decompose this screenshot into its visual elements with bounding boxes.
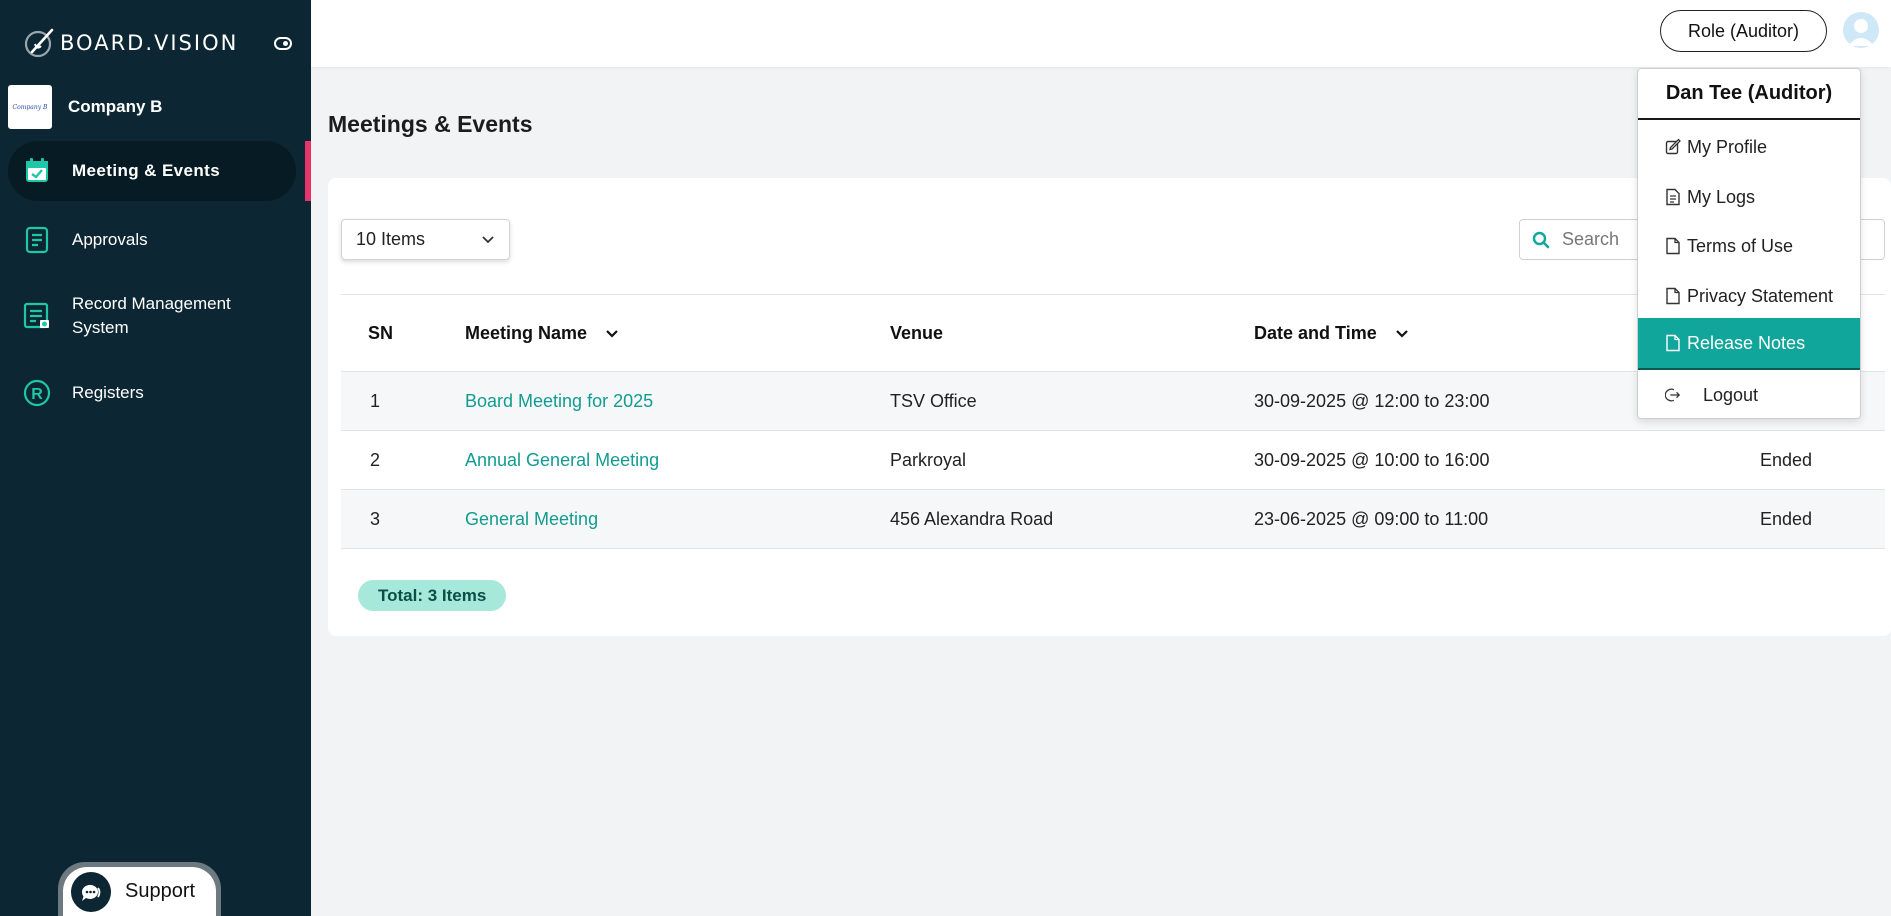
column-header-sn: SN [368, 323, 393, 344]
logout-icon [1665, 388, 1681, 402]
brand-logo-icon [24, 28, 54, 58]
edit-icon [1665, 138, 1681, 155]
menu-item-label: Privacy Statement [1687, 285, 1834, 306]
menu-item-terms-of-use[interactable]: Terms of Use [1638, 221, 1860, 271]
cell-sn: 1 [370, 391, 381, 411]
menu-item-release-notes[interactable]: Release Notes [1638, 318, 1860, 370]
sidebar-toggle-icon[interactable] [274, 37, 292, 50]
svg-text:R: R [31, 386, 43, 403]
cell-venue: 456 Alexandra Road [890, 509, 1054, 529]
user-avatar-icon[interactable] [1843, 12, 1879, 48]
file-icon [1666, 237, 1680, 255]
chat-support-icon [71, 871, 111, 912]
calendar-check-icon [26, 158, 48, 182]
sidebar-item-approvals[interactable]: Approvals [8, 218, 296, 262]
brand-logo[interactable]: BOARD.VISION [22, 26, 238, 60]
sidebar: BOARD.VISION Company B Company B Meeting… [0, 0, 311, 916]
menu-item-label: Terms of Use [1687, 235, 1794, 256]
company-name: Company B [68, 97, 163, 116]
meeting-link[interactable]: Board Meeting for 2025 [465, 391, 653, 412]
column-header-date-time[interactable]: Date and Time [1254, 323, 1409, 344]
user-menu-name: Dan Tee (Auditor) [1638, 69, 1860, 120]
cell-datetime: 30-09-2025 @ 12:00 to 23:00 [1254, 391, 1490, 411]
column-label: Meeting Name [465, 323, 588, 343]
menu-item-label: Logout [1703, 384, 1759, 405]
user-menu: Dan Tee (Auditor) My Profile My Logs Ter… [1637, 68, 1861, 419]
chevron-down-icon [482, 236, 494, 244]
meeting-link[interactable]: General Meeting [465, 509, 598, 530]
company-selector[interactable]: Company B Company B [8, 85, 162, 129]
menu-item-my-profile[interactable]: My Profile [1638, 122, 1860, 172]
sidebar-item-label: Registers [72, 383, 144, 402]
role-switch-button[interactable]: Role (Auditor) [1660, 10, 1827, 52]
menu-item-label: My Profile [1687, 136, 1768, 157]
sidebar-item-record-management[interactable]: Record Management System [8, 290, 296, 342]
column-header-meeting-name[interactable]: Meeting Name [465, 323, 619, 344]
support-label: Support [125, 880, 196, 902]
column-label: Date and Time [1254, 323, 1377, 343]
cell-status: Ended [1760, 509, 1813, 529]
cell-datetime: 30-09-2025 @ 10:00 to 16:00 [1254, 450, 1490, 470]
menu-item-privacy-statement[interactable]: Privacy Statement [1638, 271, 1860, 321]
search-icon [1532, 231, 1550, 248]
company-logo: Company B [8, 85, 52, 129]
sidebar-item-registers[interactable]: R Registers [8, 371, 296, 415]
cell-venue: Parkroyal [890, 450, 967, 470]
page-size-select[interactable]: 10 Items [341, 219, 510, 260]
table-row: 3 General Meeting 456 Alexandra Road 23-… [341, 490, 1885, 549]
sort-chevron-down-icon[interactable] [605, 327, 619, 341]
table-row: 2 Annual General Meeting Parkroyal 30-09… [341, 431, 1885, 490]
file-icon [1666, 334, 1680, 352]
column-header-venue: Venue [890, 323, 943, 344]
file-icon [1666, 287, 1680, 305]
cell-venue: TSV Office [890, 391, 977, 411]
sort-chevron-down-icon[interactable] [1395, 327, 1409, 341]
column-label: SN [368, 323, 394, 343]
active-nav-indicator [305, 141, 311, 201]
sidebar-item-label: Record Management System [72, 294, 231, 337]
sidebar-item-meeting-events[interactable]: Meeting & Events [8, 141, 296, 201]
column-label: Venue [890, 323, 944, 343]
sidebar-item-label: Meeting & Events [72, 161, 221, 180]
cell-status: Ended [1760, 450, 1813, 470]
menu-item-logout[interactable]: Logout [1638, 370, 1860, 420]
meeting-link[interactable]: Annual General Meeting [465, 450, 659, 471]
cell-sn: 3 [370, 509, 381, 529]
brand-name: BOARD.VISION [60, 31, 239, 55]
log-file-icon [1666, 188, 1680, 206]
cell-sn: 2 [370, 450, 381, 470]
menu-item-my-logs[interactable]: My Logs [1638, 172, 1860, 222]
total-items-badge: Total: 3 Items [358, 580, 507, 611]
menu-item-label: Release Notes [1687, 332, 1806, 353]
page-size-value: 10 Items [356, 229, 426, 249]
page-title: Meetings & Events [328, 111, 533, 137]
cell-datetime: 23-06-2025 @ 09:00 to 11:00 [1254, 509, 1489, 529]
top-bar [311, 0, 1891, 67]
sidebar-item-label: Approvals [72, 230, 148, 249]
registered-icon: R [23, 379, 51, 407]
records-icon [23, 302, 49, 329]
support-button[interactable]: Support [58, 862, 221, 916]
menu-item-label: My Logs [1687, 186, 1756, 207]
document-list-icon [25, 226, 49, 254]
